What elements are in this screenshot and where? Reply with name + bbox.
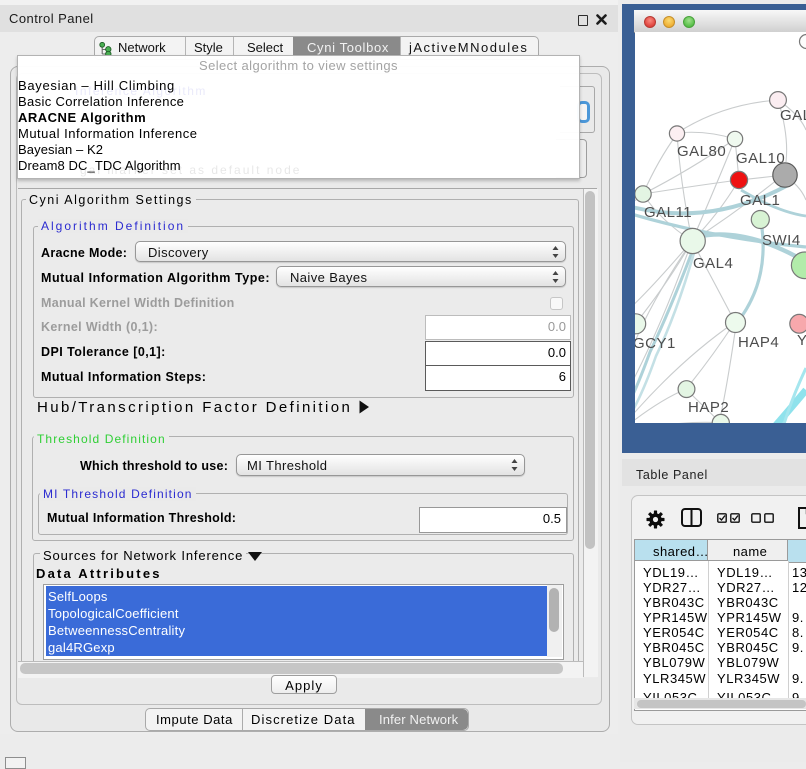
- svg-text:SWI4: SWI4: [762, 232, 801, 249]
- svg-text:GAL4: GAL4: [693, 255, 733, 272]
- svg-text:GAL2: GAL2: [780, 107, 806, 124]
- svg-text:HAP2: HAP2: [688, 399, 729, 416]
- svg-text:GAL80: GAL80: [677, 143, 726, 160]
- svg-text:GAL11: GAL11: [644, 204, 692, 221]
- svg-text:HAP4: HAP4: [738, 334, 779, 351]
- svg-text:YJ: YJ: [797, 332, 806, 349]
- svg-text:GAL10: GAL10: [736, 150, 785, 167]
- svg-text:GCY1: GCY1: [635, 335, 676, 352]
- svg-text:GAL1: GAL1: [740, 192, 780, 209]
